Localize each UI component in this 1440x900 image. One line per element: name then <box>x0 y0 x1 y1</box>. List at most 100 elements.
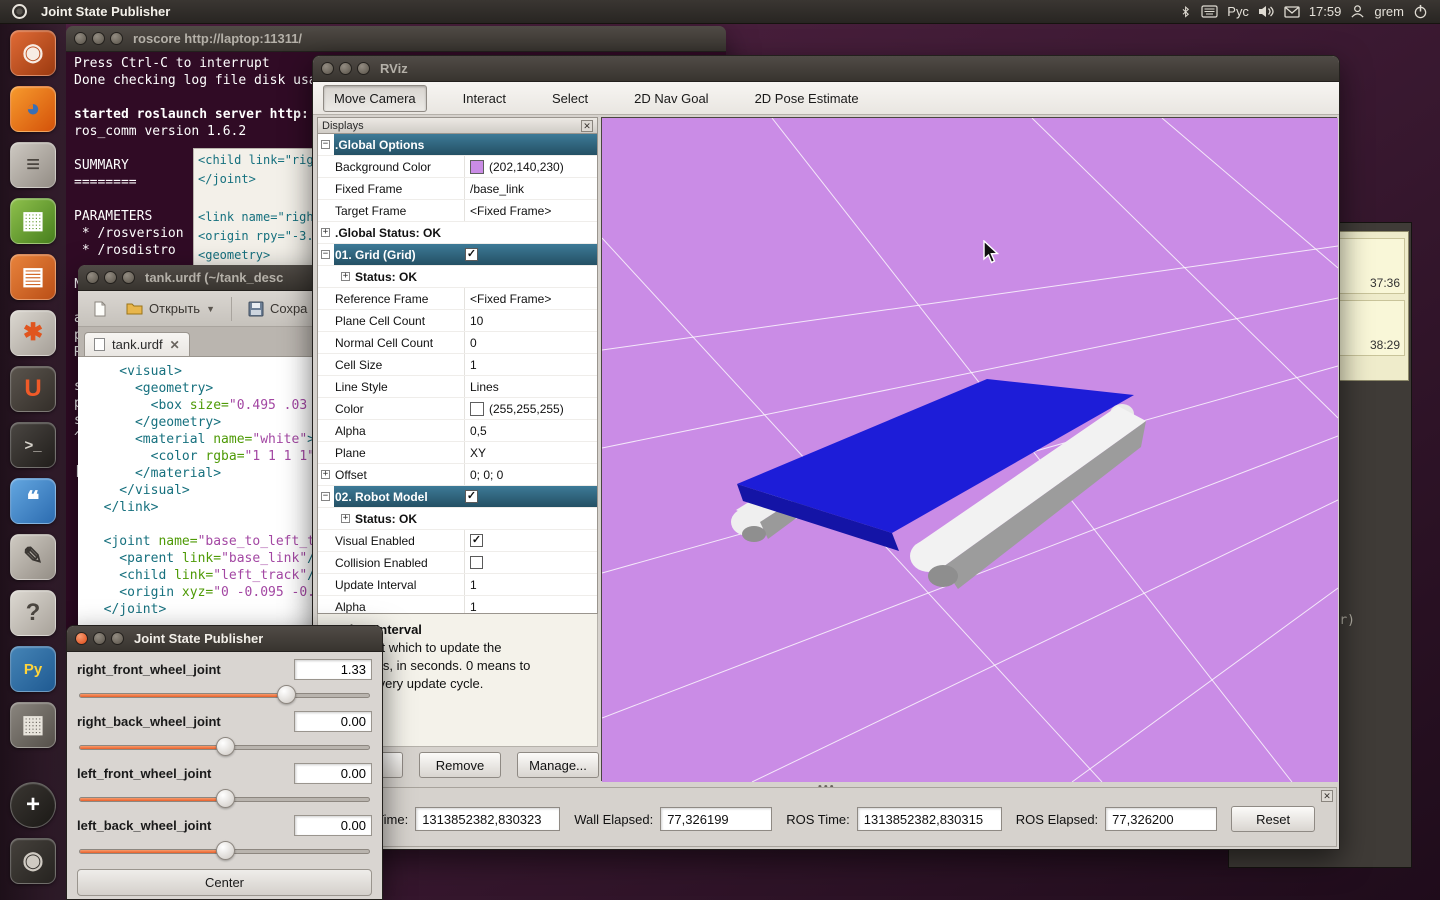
ubuntu-logo-icon[interactable] <box>12 4 27 19</box>
launcher-zoom[interactable]: + <box>10 782 56 828</box>
tool-2d-pose-estimate[interactable]: 2D Pose Estimate <box>745 86 869 111</box>
slider-handle[interactable] <box>216 737 235 756</box>
time-field-value[interactable]: 77,326199 <box>660 807 772 831</box>
row-value[interactable]: <Fixed Frame> <box>464 200 597 221</box>
rviz-3d-viewport[interactable] <box>601 117 1337 781</box>
maximize-icon[interactable] <box>357 62 370 75</box>
joint-slider[interactable] <box>77 682 372 708</box>
panel-close-icon[interactable]: ✕ <box>1321 790 1333 802</box>
bluetooth-icon[interactable] <box>1180 4 1192 20</box>
property-row[interactable]: +Line StyleLines <box>318 376 597 398</box>
maximize-icon[interactable] <box>122 271 135 284</box>
enabled-checkbox[interactable]: ✓ <box>465 248 478 261</box>
property-row[interactable]: +.Global Status: OK <box>318 222 597 244</box>
color-swatch[interactable] <box>470 402 484 416</box>
property-row[interactable]: +Fixed Frame/base_link <box>318 178 597 200</box>
expander-icon[interactable]: + <box>341 514 350 523</box>
displays-panel-header[interactable]: Displays ✕ <box>317 117 598 134</box>
launcher-eye[interactable]: ◉ <box>10 838 56 884</box>
note-card[interactable]: 37:36 <box>1339 238 1405 294</box>
row-value[interactable]: /base_link <box>464 178 597 199</box>
property-row[interactable]: +Color(255,255,255) <box>318 398 597 420</box>
joint-value-box[interactable]: 1.33 <box>294 659 372 680</box>
row-value[interactable]: (202,140,230) <box>464 156 597 177</box>
minimize-icon[interactable] <box>339 62 352 75</box>
maximize-icon[interactable] <box>110 32 123 45</box>
slider-handle[interactable] <box>277 685 296 704</box>
row-value[interactable]: (255,255,255) <box>464 398 597 419</box>
remove-button[interactable]: Remove <box>419 752 501 778</box>
terminal-titlebar[interactable]: roscore http://laptop:11311/ <box>66 26 726 52</box>
row-value[interactable] <box>464 552 597 573</box>
expander-icon[interactable]: + <box>341 272 350 281</box>
property-row[interactable]: +Visual Enabled✓ <box>318 530 597 552</box>
time-field-value[interactable]: 1313852382,830315 <box>857 807 1002 831</box>
launcher-workspace-switcher[interactable]: ▦ <box>10 702 56 748</box>
enabled-checkbox[interactable]: ✓ <box>465 490 478 503</box>
tool-move-camera[interactable]: Move Camera <box>323 85 427 112</box>
expander-icon[interactable]: − <box>321 492 330 501</box>
minimize-icon[interactable] <box>104 271 117 284</box>
close-icon[interactable] <box>75 632 88 645</box>
property-row[interactable]: +Alpha0,5 <box>318 420 597 442</box>
user-icon[interactable] <box>1350 4 1365 19</box>
joint-slider[interactable] <box>77 786 372 812</box>
property-row[interactable]: +Reference Frame<Fixed Frame> <box>318 288 597 310</box>
jsp-titlebar[interactable]: Joint State Publisher <box>67 626 382 652</box>
panel-close-icon[interactable]: ✕ <box>581 120 593 132</box>
reset-button[interactable]: Reset <box>1231 806 1315 832</box>
property-row[interactable]: +Status: OK <box>318 266 597 288</box>
expander-icon[interactable]: − <box>321 250 330 259</box>
volume-icon[interactable] <box>1258 4 1275 19</box>
tool-select[interactable]: Select <box>542 86 598 111</box>
launcher-terminal[interactable]: >_ <box>10 422 56 468</box>
property-row[interactable]: +Collision Enabled <box>318 552 597 574</box>
slider-handle[interactable] <box>216 841 235 860</box>
minimize-icon[interactable] <box>93 632 106 645</box>
time-field-value[interactable]: 1313852382,830323 <box>415 807 560 831</box>
row-value[interactable]: 0; 0; 0 <box>464 464 597 485</box>
row-value[interactable]: 1 <box>464 574 597 595</box>
slider-handle[interactable] <box>216 789 235 808</box>
color-swatch[interactable] <box>470 160 484 174</box>
maximize-icon[interactable] <box>111 632 124 645</box>
save-button[interactable]: Сохра <box>240 297 315 321</box>
expander-icon[interactable]: − <box>321 140 330 149</box>
close-icon[interactable] <box>321 62 334 75</box>
property-row[interactable]: +Target Frame<Fixed Frame> <box>318 200 597 222</box>
launcher-python[interactable]: Py <box>10 646 56 692</box>
close-icon[interactable] <box>74 32 87 45</box>
property-row[interactable]: +PlaneXY <box>318 442 597 464</box>
note-card[interactable]: 38:29 <box>1339 300 1405 356</box>
row-value[interactable]: 1 <box>464 354 597 375</box>
row-value[interactable]: 0,5 <box>464 420 597 441</box>
joint-value-box[interactable]: 0.00 <box>294 815 372 836</box>
display-group-row[interactable]: −.Global Options <box>318 134 597 156</box>
new-document-button[interactable] <box>84 297 116 321</box>
property-row[interactable]: +Background Color(202,140,230) <box>318 156 597 178</box>
display-group-row[interactable]: −01. Grid (Grid)✓ <box>318 244 597 266</box>
property-row[interactable]: +Offset0; 0; 0 <box>318 464 597 486</box>
clock[interactable]: 17:59 <box>1309 4 1342 19</box>
tool-interact[interactable]: Interact <box>453 86 516 111</box>
joint-value-box[interactable]: 0.00 <box>294 763 372 784</box>
mail-icon[interactable] <box>1284 6 1300 18</box>
launcher-empathy[interactable]: ❝ <box>10 478 56 524</box>
time-field-value[interactable]: 77,326200 <box>1105 807 1217 831</box>
expander-icon[interactable]: + <box>321 470 330 479</box>
launcher-libreoffice-calc[interactable]: ▦ <box>10 198 56 244</box>
manage-button[interactable]: Manage... <box>517 752 599 778</box>
rviz-titlebar[interactable]: RViz <box>313 56 1339 82</box>
close-icon[interactable] <box>86 271 99 284</box>
minimize-icon[interactable] <box>92 32 105 45</box>
checkbox[interactable] <box>470 556 483 569</box>
tab-tank-urdf[interactable]: tank.urdf ✕ <box>84 332 190 356</box>
joint-value-box[interactable]: 0.00 <box>294 711 372 732</box>
property-row[interactable]: +Normal Cell Count0 <box>318 332 597 354</box>
power-icon[interactable] <box>1413 4 1428 19</box>
joint-slider[interactable] <box>77 838 372 864</box>
row-value[interactable]: ✓ <box>464 530 597 551</box>
tool-2d-nav-goal[interactable]: 2D Nav Goal <box>624 86 718 111</box>
property-row[interactable]: +Update Interval1 <box>318 574 597 596</box>
property-row[interactable]: +Plane Cell Count10 <box>318 310 597 332</box>
